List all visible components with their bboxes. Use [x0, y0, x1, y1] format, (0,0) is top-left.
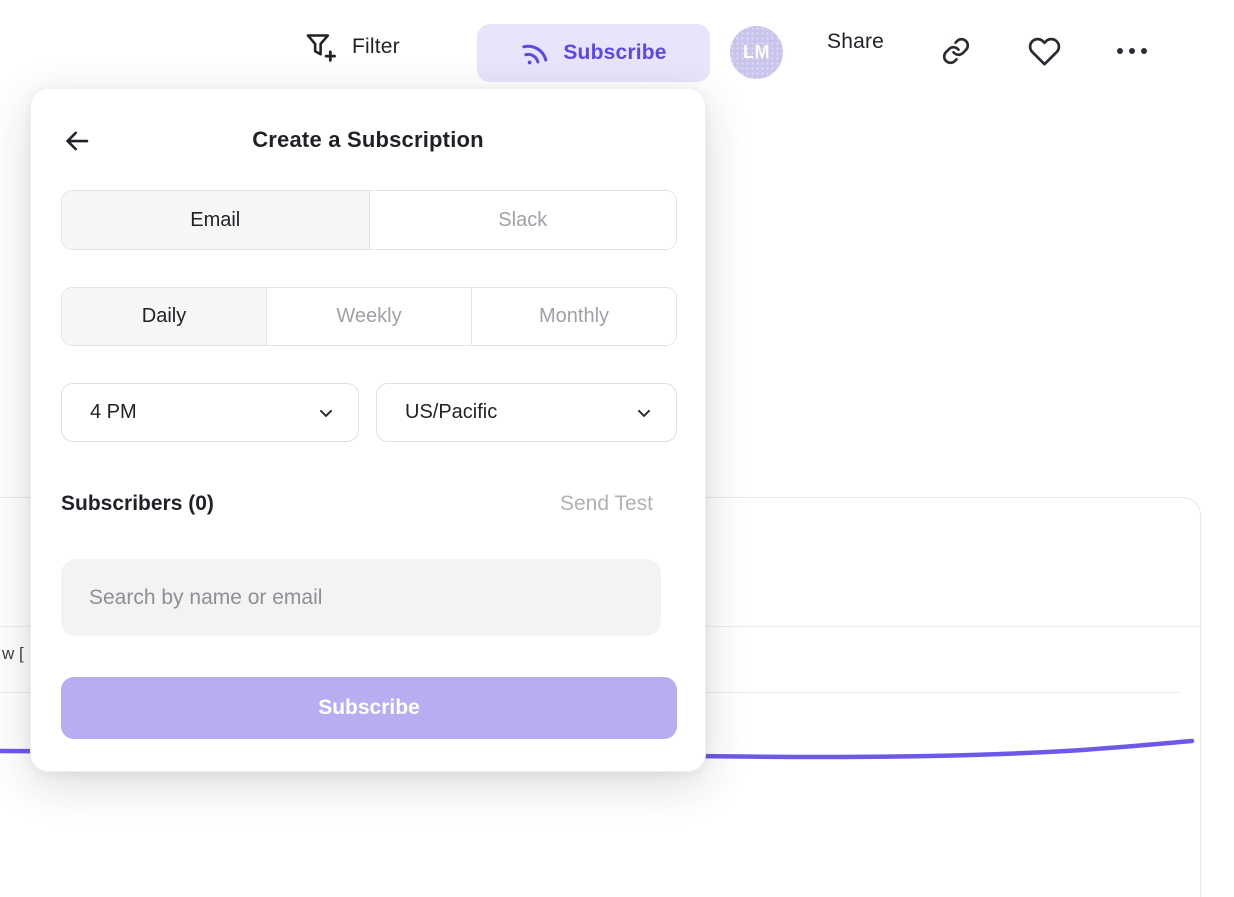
subscriber-search-input[interactable]: [61, 559, 661, 636]
share-button[interactable]: Share: [827, 30, 884, 54]
clipped-background-label: w [: [2, 644, 24, 664]
time-select-value: 4 PM: [90, 401, 137, 424]
tab-daily-label: Daily: [142, 305, 186, 328]
tab-monthly[interactable]: Monthly: [472, 288, 676, 345]
heart-icon: [1028, 35, 1061, 68]
subscribe-submit-button[interactable]: Subscribe: [61, 677, 677, 739]
filter-button[interactable]: Filter: [303, 30, 400, 64]
tab-slack-label: Slack: [498, 209, 547, 232]
tab-daily[interactable]: Daily: [62, 288, 267, 345]
tab-email-label: Email: [190, 209, 240, 232]
tab-slack[interactable]: Slack: [370, 191, 677, 249]
chevron-down-icon: [634, 403, 654, 423]
create-subscription-modal: Create a Subscription Email Slack Daily …: [30, 88, 706, 772]
timezone-select[interactable]: US/Pacific: [376, 383, 677, 442]
filter-icon: [303, 30, 337, 64]
modal-header: Create a Subscription: [31, 125, 705, 157]
copy-link-button[interactable]: [936, 28, 976, 74]
frequency-segmented-control: Daily Weekly Monthly: [61, 287, 677, 346]
favorite-button[interactable]: [1023, 28, 1065, 74]
more-options-button[interactable]: [1110, 28, 1154, 74]
ellipsis-icon: [1115, 45, 1149, 57]
filter-label: Filter: [352, 35, 400, 59]
time-select[interactable]: 4 PM: [61, 383, 359, 442]
tab-weekly[interactable]: Weekly: [267, 288, 472, 345]
tab-monthly-label: Monthly: [539, 305, 609, 328]
tab-weekly-label: Weekly: [336, 305, 401, 328]
rss-icon: [517, 35, 553, 71]
timezone-select-value: US/Pacific: [405, 401, 497, 424]
subscribe-toolbar-button[interactable]: Subscribe: [477, 24, 710, 82]
modal-title: Create a Subscription: [31, 127, 705, 153]
send-test-button[interactable]: Send Test: [560, 492, 653, 516]
tab-email[interactable]: Email: [62, 191, 370, 249]
channel-segmented-control: Email Slack: [61, 190, 677, 250]
share-label: Share: [827, 30, 884, 54]
subscribers-row: Subscribers (0) Send Test: [61, 492, 677, 522]
avatar-initials: LM: [743, 42, 770, 63]
chevron-down-icon: [316, 403, 336, 423]
avatar[interactable]: LM: [730, 26, 783, 79]
subscribers-count-label: Subscribers (0): [61, 492, 214, 516]
subscribe-toolbar-label: Subscribe: [563, 41, 666, 65]
link-icon: [941, 36, 971, 66]
